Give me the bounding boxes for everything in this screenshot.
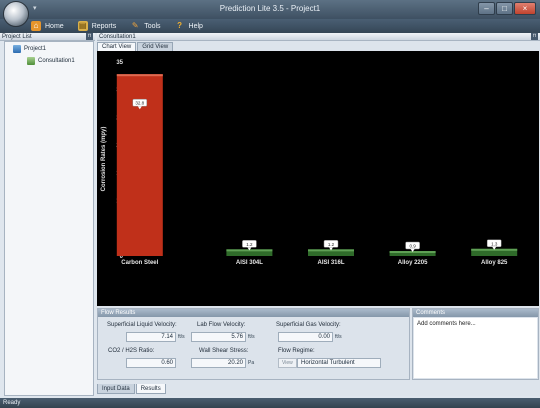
- window-controls: – □ ×: [478, 2, 536, 15]
- status-bar: Ready: [0, 398, 540, 408]
- co2-h2s-ratio-label: CO2 / H2S Ratio:: [108, 348, 155, 354]
- lab-flow-velocity-label: Lab Flow Velocity:: [197, 322, 246, 328]
- wall-shear-stress-label: Wall Shear Stress:: [199, 348, 249, 354]
- wall-shear-stress-unit: Pa: [248, 360, 255, 366]
- maximize-button[interactable]: □: [496, 2, 513, 15]
- quick-access-icon[interactable]: ▾: [33, 5, 42, 13]
- menu-help[interactable]: ? Help: [175, 19, 203, 33]
- corrosion-rate-chart: 05101520253035Corrosion Rates (mpy)32.8C…: [101, 60, 518, 266]
- menu-tools-label: Tools: [144, 22, 161, 30]
- superficial-gas-velocity-label: Superficial Gas Velocity:: [276, 322, 341, 328]
- title-bar: Prediction Lite 3.5 - Project1 ▾ – □ ×: [0, 0, 540, 19]
- flow-regime-label: Flow Regime:: [278, 348, 315, 354]
- home-icon: ⌂: [31, 21, 41, 31]
- data-label: 32.8: [135, 101, 144, 106]
- data-label: 1.2: [328, 242, 335, 247]
- comments-panel: Comments Add comments here...: [412, 308, 539, 380]
- menu-reports-label: Reports: [91, 22, 117, 30]
- app-window: Prediction Lite 3.5 - Project1 ▾ – □ × ⌂…: [0, 0, 540, 408]
- project-list-title: Project List: [2, 34, 32, 40]
- superficial-gas-velocity-unit: ft/s: [335, 334, 342, 340]
- comments-input[interactable]: Add comments here...: [414, 318, 537, 378]
- menu-help-label: Help: [188, 22, 203, 30]
- close-button[interactable]: ×: [514, 2, 536, 15]
- minimize-button[interactable]: –: [478, 2, 495, 15]
- consultation-title: Consultation1: [99, 34, 136, 40]
- tree-item-project[interactable]: Project1: [13, 45, 46, 53]
- x-tick-label: Alloy 2205: [398, 260, 428, 266]
- consultation-header: Consultation1 ⊓: [97, 33, 540, 41]
- menu-home[interactable]: ⌂ Home: [31, 19, 64, 33]
- tab-grid-view[interactable]: Grid View: [137, 42, 174, 51]
- project-tree: Project1 Consultation1: [4, 41, 94, 396]
- x-tick-label: Alloy 825: [481, 260, 508, 266]
- bar-highlight: [116, 74, 163, 77]
- tab-results[interactable]: Results: [135, 384, 166, 394]
- x-tick-label: Carbon Steel: [121, 260, 158, 266]
- reports-icon: ▤: [77, 21, 88, 31]
- data-label: 1.3: [491, 241, 498, 246]
- tree-item-consultation-label: Consultation1: [38, 58, 75, 64]
- bottom-tabs: Input Data Results: [97, 384, 167, 394]
- superficial-liquid-velocity-unit: ft/s: [178, 334, 185, 340]
- flow-regime-value: Horizontal Turbulent: [297, 358, 381, 368]
- co2-h2s-ratio-value: 0.60: [126, 358, 176, 368]
- data-label: 1.2: [246, 242, 253, 247]
- menu-tools[interactable]: ✎ Tools: [130, 19, 161, 33]
- wall-shear-stress-value: 20.20: [191, 358, 246, 368]
- pin-icon[interactable]: ⊓: [531, 33, 538, 40]
- superficial-liquid-velocity-value: 7.14: [126, 332, 176, 342]
- chart-area: 05101520253035Corrosion Rates (mpy)32.8C…: [97, 51, 539, 306]
- lab-flow-velocity-value: 5.76: [191, 332, 246, 342]
- menu-bar: ⌂ Home ▤ Reports ✎ Tools ? Help: [0, 19, 540, 33]
- window-title: Prediction Lite 3.5 - Project1: [219, 4, 321, 13]
- consultation-icon: [27, 57, 35, 65]
- superficial-gas-velocity-value: 0.00: [278, 332, 333, 342]
- menu-reports[interactable]: ▤ Reports: [77, 19, 117, 33]
- menu-home-label: Home: [45, 22, 64, 30]
- tab-input-data[interactable]: Input Data: [97, 384, 135, 394]
- x-tick-label: AISI 316L: [317, 260, 344, 266]
- tab-chart-view[interactable]: Chart View: [97, 42, 137, 51]
- pin-icon[interactable]: ⊓: [86, 33, 93, 40]
- view-tabs: Chart View Grid View: [97, 42, 174, 51]
- flow-results-panel: Flow Results Superficial Liquid Velocity…: [97, 308, 410, 380]
- project-icon: [13, 45, 21, 53]
- comments-header: Comments: [413, 309, 538, 317]
- y-axis-label: Corrosion Rates (mpy): [101, 127, 107, 192]
- tools-icon: ✎: [131, 21, 139, 30]
- superficial-liquid-velocity-label: Superficial Liquid Velocity:: [107, 322, 177, 328]
- help-icon: ?: [177, 21, 182, 30]
- lab-flow-velocity-unit: ft/s: [248, 334, 255, 340]
- application-menu-button[interactable]: [3, 1, 29, 27]
- flow-results-header: Flow Results: [98, 309, 409, 317]
- tree-item-project-label: Project1: [24, 46, 47, 52]
- project-list-header: Project List ⊓: [0, 33, 95, 41]
- flow-regime-view-button[interactable]: View: [278, 358, 297, 368]
- y-tick-label: 35: [116, 60, 123, 66]
- tree-item-consultation[interactable]: Consultation1: [27, 57, 75, 65]
- x-tick-label: AISI 304L: [236, 260, 263, 266]
- data-label: 0.9: [409, 244, 416, 249]
